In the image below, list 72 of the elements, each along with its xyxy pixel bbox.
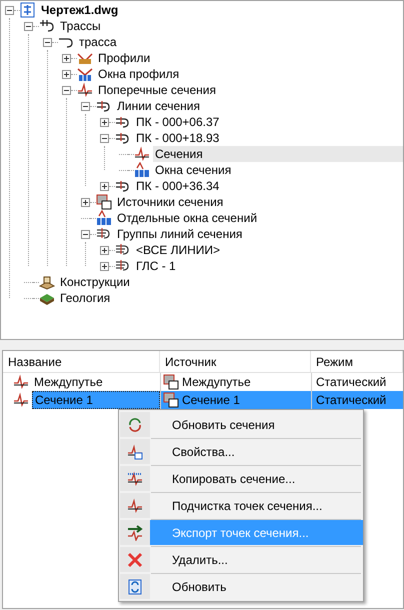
tree-node-icon [77, 66, 93, 82]
tree-node-icon [96, 210, 112, 226]
tree-item[interactable]: Конструкции [58, 274, 132, 290]
tree-node-icon [96, 194, 112, 210]
menu-item[interactable]: Копировать сечение... [120, 466, 363, 491]
tree-item[interactable]: Группы линий сечения [115, 226, 244, 242]
menu-item-icon [127, 498, 143, 514]
expand-toggle-icon[interactable] [100, 118, 109, 126]
menu-item-icon [127, 578, 143, 594]
tree-item[interactable]: Линии сечения [115, 98, 202, 114]
expand-toggle-icon[interactable] [100, 182, 109, 190]
menu-item[interactable]: Удалить... [120, 547, 363, 572]
menu-item-icon [127, 470, 143, 486]
expand-toggle-icon[interactable] [81, 198, 90, 206]
tree-node-icon [39, 274, 55, 290]
tree-node-icon [115, 114, 131, 130]
tree-item[interactable]: Поперечные сечения [96, 82, 218, 98]
collapse-toggle-icon[interactable] [100, 134, 109, 142]
menu-item[interactable]: Свойства... [120, 439, 363, 464]
tree-node-icon [77, 82, 93, 98]
table-cell-text: Статический [316, 392, 386, 409]
column-header[interactable]: Источник [160, 351, 311, 372]
menu-item-icon [127, 444, 143, 460]
expand-toggle-icon[interactable] [100, 246, 109, 254]
table-cell-text: Сечение 1 [182, 392, 240, 409]
expand-toggle-icon[interactable] [62, 70, 71, 78]
tree-node-icon [96, 98, 112, 114]
collapse-toggle-icon[interactable] [81, 102, 90, 110]
tree-item[interactable]: Сечения [153, 146, 403, 162]
column-header[interactable]: Режим [311, 351, 403, 372]
tree-item[interactable]: Источники сечения [115, 194, 226, 210]
tree-item[interactable]: Трассы [58, 18, 103, 34]
tree-item[interactable]: <ВСЕ ЛИНИИ> [134, 242, 222, 258]
expand-toggle-icon[interactable] [100, 262, 109, 270]
tree-node-icon [39, 18, 55, 34]
collapse-toggle-icon[interactable] [62, 86, 71, 94]
section-source-icon [163, 392, 179, 408]
tree-node-icon [115, 178, 131, 194]
tree-item[interactable]: Окна сечения [153, 162, 234, 178]
tree-item[interactable]: Отдельные окна сечений [115, 210, 260, 226]
table-cell-text: Междупутье [33, 374, 104, 391]
menu-item[interactable]: Обновить сечения [120, 412, 363, 437]
collapse-toggle-icon[interactable] [43, 38, 52, 46]
tree-node-icon [115, 130, 131, 146]
tree-item[interactable]: ПК - 000+06.37 [134, 114, 222, 130]
tree-item[interactable]: ГЛС - 1 [134, 258, 178, 274]
collapse-toggle-icon[interactable] [81, 230, 90, 238]
tree-item[interactable]: ПК - 000+18.93 [134, 130, 222, 146]
tree-node-icon [134, 146, 150, 162]
menu-item[interactable]: Подчистка точек сечения... [120, 493, 363, 518]
tree-node-icon [134, 162, 150, 178]
section-source-icon [163, 374, 179, 390]
section-icon [13, 392, 29, 408]
section-icon [13, 374, 29, 390]
menu-item-icon [127, 552, 143, 568]
tree-item[interactable]: Чертеж1.dwg [39, 2, 120, 18]
table-cell: Сечение 1 [32, 391, 160, 409]
collapse-toggle-icon[interactable] [5, 6, 14, 14]
table-cell-text: Междупутье [182, 374, 251, 391]
menu-item-icon [127, 524, 143, 540]
table-cell-text: Статический [316, 374, 386, 391]
tree-item[interactable]: Окна профиля [96, 66, 182, 82]
tree-item[interactable]: Геология [58, 290, 112, 306]
tree-item[interactable]: трасса [77, 34, 119, 50]
tree-item[interactable]: ПК - 000+36.34 [134, 178, 222, 194]
expand-toggle-icon[interactable] [62, 54, 71, 62]
table-row[interactable]: Сечение 1 Сечение 1 Статический [3, 391, 403, 409]
menu-item-icon [127, 416, 143, 432]
column-header[interactable]: Название [3, 351, 160, 372]
collapse-toggle-icon[interactable] [24, 22, 33, 30]
tree-item[interactable]: Профили [96, 50, 152, 66]
menu-item[interactable]: Обновить [120, 574, 363, 599]
